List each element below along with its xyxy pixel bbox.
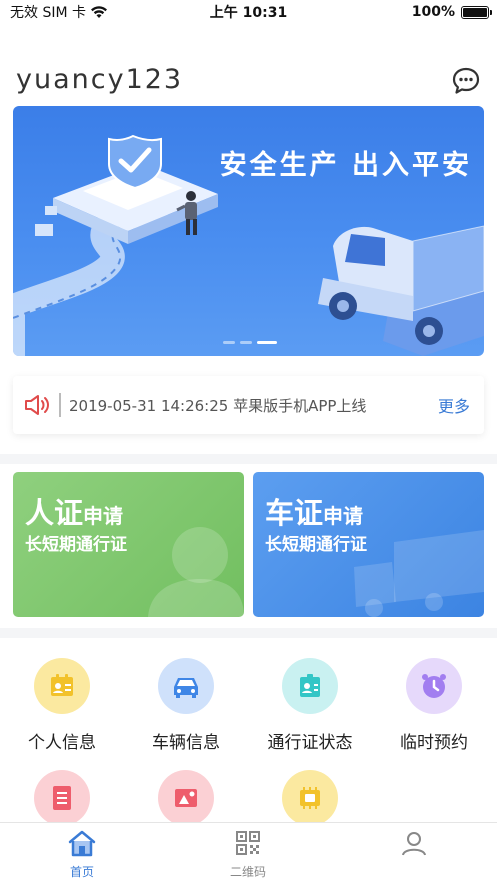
- vehicle-card-title: 车证申请: [265, 490, 363, 532]
- document-icon: [34, 770, 90, 822]
- menu-item-chip[interactable]: [248, 770, 372, 822]
- vehicle-card-subtitle: 长短期通行证: [265, 535, 367, 555]
- menu-item-photo[interactable]: [124, 770, 248, 822]
- chip-icon: [282, 770, 338, 822]
- carousel-dot-active: [257, 341, 277, 344]
- truck-silhouette-icon: [354, 530, 484, 617]
- person-card-subtitle: 长短期通行证: [25, 535, 127, 555]
- notice-more-link[interactable]: 更多: [438, 393, 470, 417]
- banner-title: 安全生产 出入平安: [219, 150, 472, 181]
- clock-icon: [406, 658, 462, 714]
- vehicle-permit-card[interactable]: 车证申请 长短期通行证: [253, 472, 484, 617]
- tab-home-label: 首页: [69, 865, 94, 879]
- menu-label: 通行证状态: [267, 733, 353, 753]
- qrcode-icon: [236, 831, 260, 855]
- menu-label: 个人信息: [28, 733, 96, 753]
- menu-pass-status[interactable]: 通行证状态: [248, 658, 372, 753]
- battery-icon: [461, 5, 492, 19]
- battery-percent: 100%: [411, 4, 455, 20]
- person-card-title: 人证申请: [25, 490, 123, 532]
- menu-label: 车辆信息: [152, 733, 220, 753]
- profile-icon: [402, 832, 426, 856]
- car-icon: [158, 658, 214, 714]
- speaker-icon: [25, 395, 49, 415]
- vehicle-card-title-suffix: 申请: [323, 504, 364, 528]
- person-permit-card[interactable]: 人证申请 长短期通行证: [13, 472, 244, 617]
- id-card-icon: [34, 658, 90, 714]
- chat-bubble-icon[interactable]: [451, 66, 481, 96]
- person-silhouette-icon: [148, 527, 244, 617]
- status-right: 100%: [411, 4, 492, 20]
- badge-icon: [282, 658, 338, 714]
- person-card-title-main: 人证: [25, 496, 84, 530]
- carousel-dot: [240, 341, 252, 344]
- menu-label: 临时预约: [400, 733, 468, 753]
- permit-cards: 人证申请 长短期通行证 车证申请 长短期通行证: [0, 464, 497, 628]
- tab-profile[interactable]: [352, 829, 476, 863]
- notice-divider: [59, 393, 61, 417]
- home-header: yuancy123 安全生产 出入平安 2019-05-31 14:26:25 …: [0, 24, 497, 454]
- menu-item-document[interactable]: [0, 770, 124, 822]
- tab-home[interactable]: 首页: [20, 829, 144, 880]
- carousel-indicator: [223, 341, 277, 344]
- notice-bar[interactable]: 2019-05-31 14:26:25 苹果版手机APP上线 更多: [13, 376, 484, 434]
- notice-text[interactable]: 2019-05-31 14:26:25 苹果版手机APP上线: [69, 395, 438, 416]
- person-card-title-suffix: 申请: [83, 504, 124, 528]
- tab-qrcode-label: 二维码: [229, 865, 266, 879]
- carousel-dot: [223, 341, 235, 344]
- photo-icon: [158, 770, 214, 822]
- home-icon: [68, 830, 96, 857]
- bottom-tab-bar: 首页 二维码: [0, 822, 497, 883]
- function-grid: 个人信息 车辆信息 通行证状态 临时预约: [0, 638, 497, 822]
- status-bar: 无效 SIM 卡 上午 10:31 100%: [0, 0, 497, 24]
- tab-qrcode[interactable]: 二维码: [186, 829, 310, 880]
- username: yuancy123: [16, 64, 184, 95]
- menu-personal-info[interactable]: 个人信息: [0, 658, 124, 753]
- menu-temp-reservation[interactable]: 临时预约: [372, 658, 496, 753]
- menu-vehicle-info[interactable]: 车辆信息: [124, 658, 248, 753]
- vehicle-card-title-main: 车证: [265, 496, 324, 530]
- promo-banner[interactable]: 安全生产 出入平安: [13, 106, 484, 356]
